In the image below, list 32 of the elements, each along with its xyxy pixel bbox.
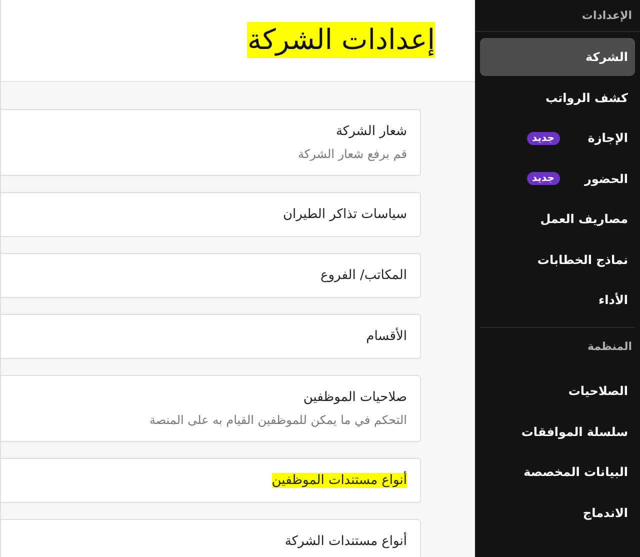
sidebar-item[interactable]: الحضور جديد bbox=[480, 160, 635, 198]
settings-card[interactable]: أنواع مستندات الموظفين bbox=[1, 458, 421, 503]
sidebar-item[interactable]: الشركة bbox=[480, 38, 635, 76]
sidebar-item[interactable]: الإجازة جديد bbox=[480, 119, 635, 157]
settings-card[interactable]: صلاحيات الموظفين التحكم في ما يمكن للموظفين القيام به على المنصة bbox=[1, 375, 421, 442]
section-heading: المنظمة bbox=[587, 340, 632, 353]
sidebar-item[interactable]: كشف الرواتب bbox=[480, 78, 635, 116]
sidebar-item[interactable]: البيانات المخصصة bbox=[480, 453, 635, 491]
card-title: أنواع مستندات الموظفين bbox=[272, 473, 407, 488]
sidebar-item[interactable]: الاندماج bbox=[480, 494, 635, 532]
card-title: الأقسام bbox=[366, 329, 407, 344]
sidebar-item[interactable]: سلسلة الموافقات bbox=[480, 412, 635, 450]
settings-card[interactable]: أنواع مستندات الشركة bbox=[1, 519, 421, 557]
sidebar-item[interactable]: الصلاحيات bbox=[480, 372, 635, 410]
card-description: التحكم في ما يمكن للموظفين القيام به على المنصة bbox=[149, 413, 407, 427]
card-title: صلاحيات الموظفين bbox=[303, 390, 407, 405]
section-heading: الإعدادات bbox=[582, 9, 632, 22]
card-title: المكاتب/ الفروع bbox=[320, 268, 407, 283]
new-badge: جديد bbox=[527, 132, 560, 144]
sidebar-item[interactable]: نماذج الخطابات bbox=[480, 240, 635, 278]
card-title: سياسات تذاكر الطيران bbox=[282, 207, 407, 222]
settings-card[interactable]: المكاتب/ الفروع bbox=[1, 253, 421, 298]
card-title: شعار الشركة bbox=[336, 124, 407, 139]
settings-card[interactable]: سياسات تذاكر الطيران bbox=[1, 192, 421, 237]
new-badge: جديد bbox=[527, 172, 560, 185]
sidebar-item[interactable]: مصاريف العمل bbox=[480, 200, 635, 238]
settings-card[interactable]: الأقسام bbox=[1, 314, 421, 359]
card-description: قم برفع شعار الشركة bbox=[298, 147, 407, 161]
page-title: إعدادات الشركة bbox=[247, 22, 435, 58]
card-title: أنواع مستندات الشركة bbox=[284, 534, 407, 549]
settings-card[interactable]: شعار الشركة قم برفع شعار الشركة bbox=[1, 109, 421, 176]
sidebar-item[interactable]: الأداء bbox=[480, 281, 635, 319]
